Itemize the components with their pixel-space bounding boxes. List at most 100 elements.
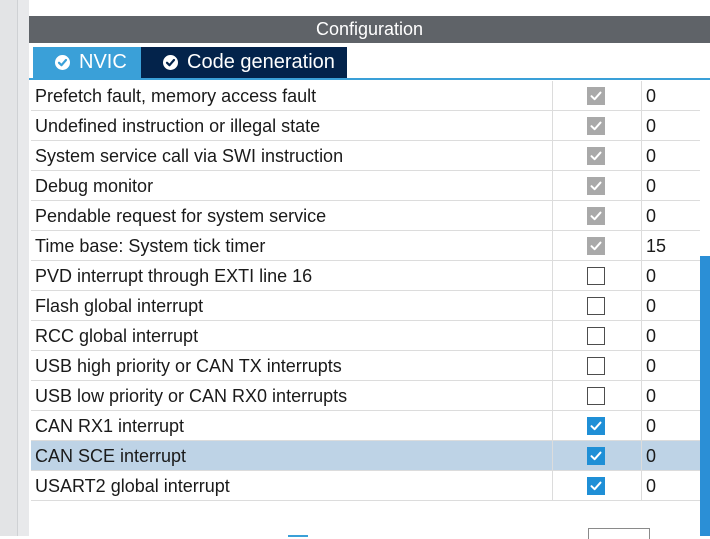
tab-bar: NVIC Code generation (29, 43, 710, 80)
column-divider (641, 471, 642, 500)
column-divider (552, 441, 553, 470)
column-divider (552, 381, 553, 410)
priority-value[interactable]: 0 (646, 141, 656, 170)
table-row[interactable]: PVD interrupt through EXTI line 16 0 (31, 261, 700, 291)
interrupt-name: USB low priority or CAN RX0 interrupts (35, 386, 348, 406)
enable-checkbox[interactable] (587, 417, 605, 435)
column-divider (552, 201, 553, 230)
enable-checkbox[interactable] (587, 477, 605, 495)
vertical-scrollbar[interactable] (700, 81, 710, 536)
interrupt-name: Prefetch fault, memory access fault (35, 86, 317, 106)
enable-checkbox[interactable] (587, 387, 605, 405)
interrupt-name: USART2 global interrupt (35, 476, 230, 496)
column-divider (641, 231, 642, 260)
column-divider (641, 261, 642, 290)
bottom-field[interactable] (588, 528, 650, 539)
column-divider (552, 81, 553, 110)
interrupt-name: Pendable request for system service (35, 206, 327, 226)
interrupt-name: CAN SCE interrupt (35, 446, 187, 466)
interrupt-name: Flash global interrupt (35, 296, 204, 316)
priority-value[interactable]: 15 (646, 231, 666, 260)
bottom-indicator (288, 535, 308, 537)
table-row[interactable]: Debug monitor 0 (31, 171, 700, 201)
tab-underline (29, 78, 710, 80)
column-divider (641, 171, 642, 200)
check-circle-icon (163, 55, 178, 70)
column-divider (552, 231, 553, 260)
tab-label: NVIC (79, 51, 127, 73)
enable-checkbox (587, 237, 605, 255)
column-divider (641, 111, 642, 140)
column-divider (552, 261, 553, 290)
column-divider (552, 471, 553, 500)
column-divider (552, 171, 553, 200)
enable-checkbox (587, 117, 605, 135)
column-divider (641, 381, 642, 410)
column-divider (552, 111, 553, 140)
priority-value[interactable]: 0 (646, 321, 656, 350)
table-row[interactable]: CAN SCE interrupt 0 (31, 441, 700, 471)
table-row[interactable]: Pendable request for system service 0 (31, 201, 700, 231)
enable-checkbox[interactable] (587, 357, 605, 375)
priority-value[interactable]: 0 (646, 81, 656, 110)
priority-value[interactable]: 0 (646, 381, 656, 410)
interrupt-name: Undefined instruction or illegal state (35, 116, 321, 136)
column-divider (552, 291, 553, 320)
interrupt-table: Prefetch fault, memory access fault 0 Unde… (29, 81, 700, 536)
column-divider (641, 351, 642, 380)
enable-checkbox (587, 87, 605, 105)
priority-value[interactable]: 0 (646, 171, 656, 200)
panel-splitter[interactable] (17, 0, 29, 536)
column-divider (552, 411, 553, 440)
column-divider (641, 201, 642, 230)
table-row[interactable]: System service call via SWI instruction 0 (31, 141, 700, 171)
column-divider (641, 411, 642, 440)
priority-value[interactable]: 0 (646, 441, 656, 470)
enable-checkbox[interactable] (587, 447, 605, 465)
enable-checkbox (587, 207, 605, 225)
tab-code-generation[interactable]: Code generation (141, 47, 347, 78)
enable-checkbox[interactable] (587, 267, 605, 285)
enable-checkbox[interactable] (587, 297, 605, 315)
table-row[interactable]: CAN RX1 interrupt 0 (31, 411, 700, 441)
table-row[interactable]: USB low priority or CAN RX0 interrupts 0 (31, 381, 700, 411)
priority-value[interactable]: 0 (646, 291, 656, 320)
priority-value[interactable]: 0 (646, 411, 656, 440)
interrupt-name: System service call via SWI instruction (35, 146, 344, 166)
column-divider (641, 81, 642, 110)
scrollbar-thumb[interactable] (700, 256, 710, 536)
priority-value[interactable]: 0 (646, 111, 656, 140)
tab-nvic[interactable]: NVIC (33, 47, 142, 78)
column-divider (552, 351, 553, 380)
interrupt-name: PVD interrupt through EXTI line 16 (35, 266, 313, 286)
enable-checkbox[interactable] (587, 327, 605, 345)
column-divider (641, 441, 642, 470)
interrupt-name: Time base: System tick timer (35, 236, 266, 256)
interrupt-name: Debug monitor (35, 176, 154, 196)
table-row[interactable]: Time base: System tick timer 15 (31, 231, 700, 261)
column-divider (552, 141, 553, 170)
priority-value[interactable]: 0 (646, 471, 656, 500)
check-circle-icon (55, 55, 70, 70)
priority-value[interactable]: 0 (646, 261, 656, 290)
table-row[interactable]: Prefetch fault, memory access fault 0 (31, 81, 700, 111)
interrupt-name: USB high priority or CAN TX interrupts (35, 356, 342, 376)
priority-value[interactable]: 0 (646, 201, 656, 230)
table-row[interactable]: Undefined instruction or illegal state 0 (31, 111, 700, 141)
interrupt-name: CAN RX1 interrupt (35, 416, 185, 436)
table-row[interactable]: USB high priority or CAN TX interrupts 0 (31, 351, 700, 381)
left-panel-strip (0, 0, 17, 536)
panel-title: Configuration (29, 16, 710, 43)
enable-checkbox (587, 147, 605, 165)
table-row[interactable]: USART2 global interrupt 0 (31, 471, 700, 501)
column-divider (641, 321, 642, 350)
table-row[interactable]: Flash global interrupt 0 (31, 291, 700, 321)
priority-value[interactable]: 0 (646, 351, 656, 380)
column-divider (641, 291, 642, 320)
column-divider (641, 141, 642, 170)
column-divider (552, 321, 553, 350)
tab-label: Code generation (187, 51, 335, 73)
table-row[interactable]: RCC global interrupt 0 (31, 321, 700, 351)
enable-checkbox (587, 177, 605, 195)
interrupt-name: RCC global interrupt (35, 326, 199, 346)
